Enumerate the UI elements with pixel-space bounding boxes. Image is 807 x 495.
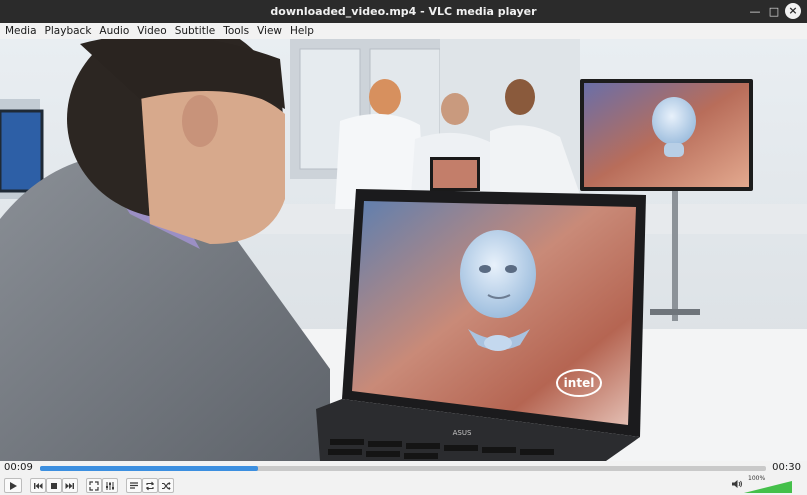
mute-button[interactable] — [731, 478, 743, 493]
minimize-icon[interactable]: — — [748, 5, 762, 19]
maximize-icon[interactable]: □ — [767, 5, 781, 19]
next-button[interactable] — [62, 478, 78, 493]
stop-button[interactable] — [46, 478, 62, 493]
loop-icon — [146, 481, 154, 490]
speaker-icon — [732, 480, 742, 488]
shuffle-button[interactable] — [158, 478, 174, 493]
menu-audio[interactable]: Audio — [99, 25, 129, 37]
laptop-brand-logo: ASUS — [453, 429, 472, 437]
intel-logo: intel — [564, 376, 595, 390]
fullscreen-button[interactable] — [86, 478, 102, 493]
controls-bar: 100% — [0, 475, 807, 495]
elapsed-time: 00:09 — [4, 462, 33, 473]
menu-media[interactable]: Media — [5, 25, 37, 37]
menu-video[interactable]: Video — [137, 25, 166, 37]
title-bar: downloaded_video.mp4 - VLC media player … — [0, 0, 807, 23]
play-button[interactable] — [4, 478, 22, 493]
video-canvas[interactable]: intel ASUS — [0, 39, 807, 461]
play-icon — [10, 481, 17, 490]
loop-button[interactable] — [142, 478, 158, 493]
previous-button[interactable] — [30, 478, 46, 493]
seek-row: 00:09 00:30 — [0, 461, 807, 476]
stop-icon — [51, 482, 57, 489]
fullscreen-icon — [89, 480, 99, 491]
playlist-button[interactable] — [126, 478, 142, 493]
volume-slider[interactable] — [744, 481, 792, 493]
previous-icon — [34, 482, 43, 489]
next-icon — [65, 482, 74, 489]
menu-tools[interactable]: Tools — [223, 25, 249, 37]
total-time: 00:30 — [772, 462, 801, 473]
video-frame: intel ASUS — [0, 39, 807, 461]
menu-bar: Media Playback Audio Video Subtitle Tool… — [0, 23, 807, 39]
volume-level — [744, 481, 792, 493]
seek-bar[interactable] — [40, 466, 766, 471]
menu-playback[interactable]: Playback — [45, 25, 92, 37]
menu-subtitle[interactable]: Subtitle — [175, 25, 216, 37]
playlist-icon — [130, 481, 138, 489]
shuffle-icon — [162, 481, 171, 490]
window-title: downloaded_video.mp4 - VLC media player — [270, 5, 537, 18]
menu-view[interactable]: View — [257, 25, 282, 37]
seek-progress — [40, 466, 258, 471]
close-icon[interactable]: × — [785, 3, 801, 19]
extended-settings-button[interactable] — [102, 478, 118, 493]
extended-settings-icon — [106, 481, 114, 490]
menu-help[interactable]: Help — [290, 25, 314, 37]
